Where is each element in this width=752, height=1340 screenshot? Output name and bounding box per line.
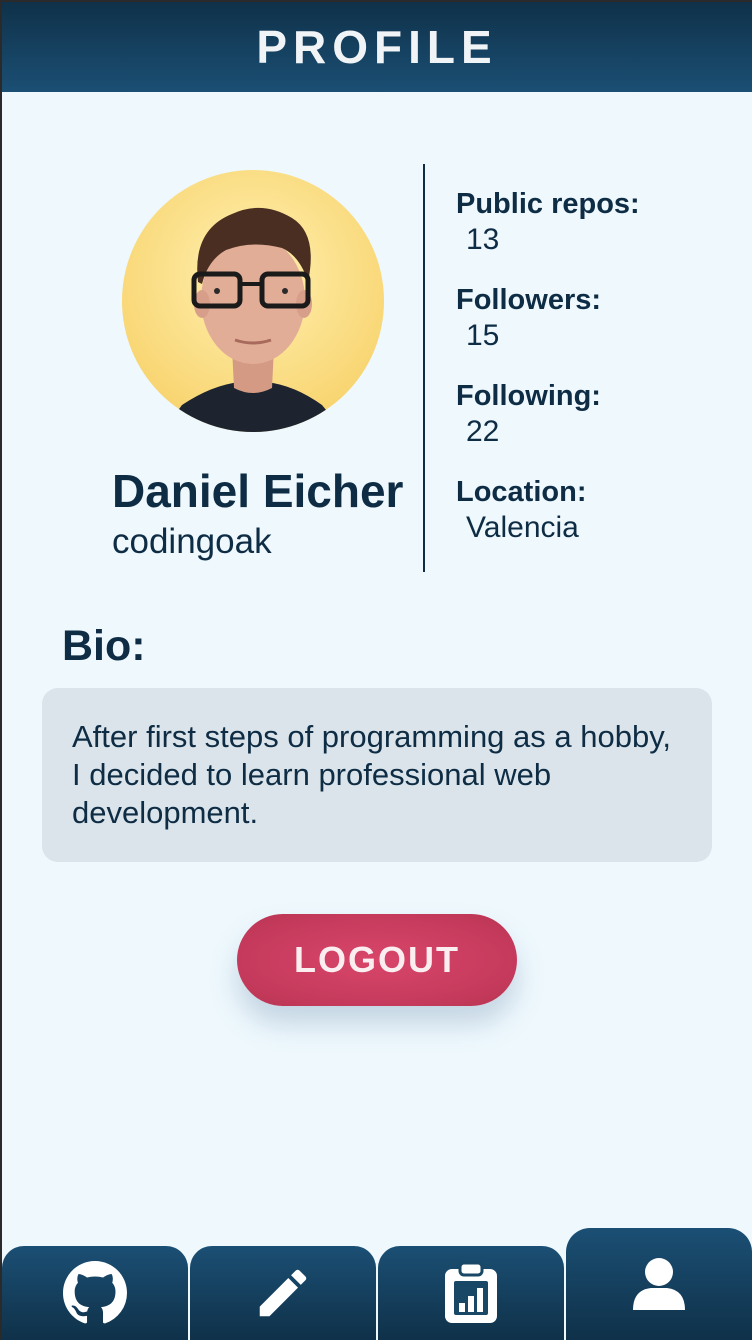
stat-label: Following: [456,380,601,412]
stat-followers: Followers: 15 [456,283,746,379]
avatar-photo [122,170,384,432]
profile-screen: PROFILE Daniel Eicher codingoak Public r… [2,2,752,1340]
stat-value: Valencia [466,511,579,544]
stat-public-repos: Public repos: 13 [456,187,746,283]
stat-label: Location: [456,476,587,508]
user-icon [633,1258,685,1310]
tab-stats[interactable] [378,1246,564,1340]
bio-heading: Bio: [62,622,146,670]
profile-username: codingoak [112,522,272,561]
top-bar: PROFILE [2,2,752,92]
page-title: PROFILE [256,21,498,73]
pencil-icon [259,1269,307,1317]
stat-label: Public repos: [456,188,640,220]
avatar [122,170,384,432]
stat-value: 22 [466,415,500,448]
divider [423,164,425,572]
stats-list: Public repos: 13 Followers: 15 Following… [456,187,746,571]
stat-label: Followers: [456,284,602,316]
logout-button[interactable]: LOGOUT [237,914,517,1006]
tab-github[interactable] [2,1246,188,1340]
clipboard-chart-icon [445,1261,497,1323]
bio-box: After first steps of programming as a ho… [42,688,712,862]
bio-text: After first steps of programming as a ho… [72,719,672,830]
stat-value: 13 [466,223,500,256]
stat-following: Following: 22 [456,379,746,475]
stat-value: 15 [466,319,500,352]
stat-location: Location: Valencia [456,475,746,571]
tab-edit[interactable] [190,1246,376,1340]
tab-profile[interactable] [566,1228,752,1340]
github-icon [63,1261,127,1324]
profile-name: Daniel Eicher [112,465,404,517]
bottom-nav [2,1228,752,1340]
